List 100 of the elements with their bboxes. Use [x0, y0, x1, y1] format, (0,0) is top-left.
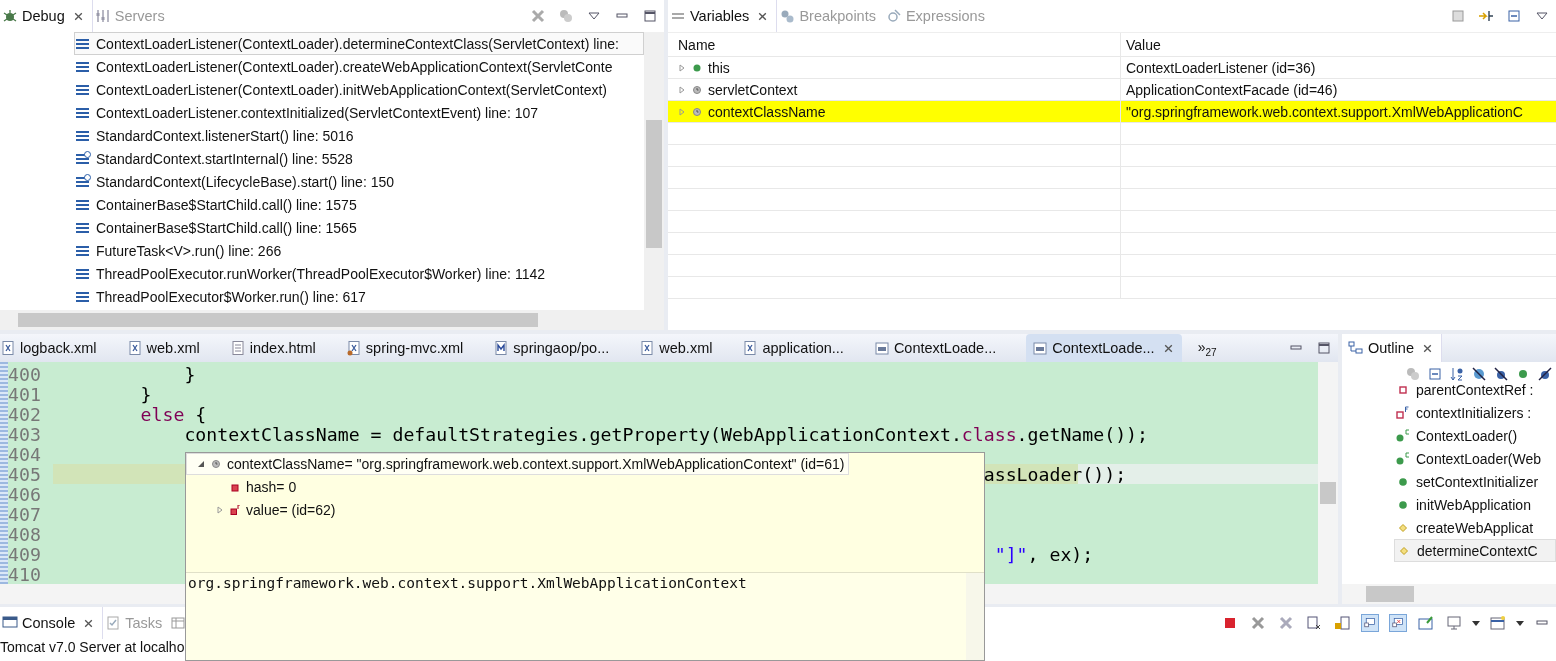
- public-method-icon: [1399, 500, 1407, 509]
- stack-frame[interactable]: ContainerBase$StartChild.call() line: 1575: [74, 193, 644, 216]
- scroll-lock-icon[interactable]: [1334, 615, 1350, 631]
- stack-frame[interactable]: ContextLoaderListener.contextInitialized(ServletContextEvent) line: 107: [74, 101, 644, 124]
- close-icon[interactable]: [1421, 342, 1433, 354]
- threads-icon[interactable]: [558, 8, 574, 24]
- remove-all-icon[interactable]: [1278, 615, 1294, 631]
- pin-console-icon[interactable]: [1418, 615, 1434, 631]
- close-icon[interactable]: [72, 10, 84, 22]
- display-console-icon[interactable]: [1446, 615, 1462, 631]
- tree-item[interactable]: value= (id=62): [186, 498, 984, 521]
- code-line: }: [184, 363, 196, 385]
- maximize-icon[interactable]: [642, 8, 658, 24]
- collapse-icon[interactable]: [197, 460, 205, 468]
- panel-tab[interactable]: Debug: [0, 0, 93, 32]
- type-names-icon[interactable]: [1450, 8, 1466, 24]
- scrollbar[interactable]: [644, 32, 664, 310]
- editor-tab[interactable]: ContextLoade...: [873, 334, 1015, 362]
- filter-icon[interactable]: [1405, 366, 1421, 382]
- editor-tab[interactable]: springaop/po...: [493, 334, 628, 362]
- variable-name: contextClassName: [708, 103, 826, 120]
- stack-frame[interactable]: ThreadPoolExecutor$Worker.run() line: 617: [74, 285, 644, 308]
- stack-frame-clock-icon: [75, 173, 91, 190]
- maximize-icon[interactable]: [1316, 340, 1332, 356]
- close-icon[interactable]: [1162, 342, 1174, 354]
- editor-tab[interactable]: spring-mvc.xml: [345, 334, 482, 362]
- show-console-icon[interactable]: [1362, 615, 1378, 631]
- hide-local-types-icon[interactable]: [1537, 366, 1553, 382]
- tree-item[interactable]: hash= 0: [186, 475, 984, 498]
- new-console-icon[interactable]: [1490, 615, 1506, 631]
- terminate-icon[interactable]: [1222, 615, 1238, 631]
- public-method-icon: [1399, 477, 1407, 486]
- editor-tab[interactable]: web.xml: [126, 334, 218, 362]
- stack-frame[interactable]: StandardContext.startInternal() line: 5528: [74, 147, 644, 170]
- variable-value: ApplicationContextFacade (id=46): [1125, 80, 1339, 100]
- outline-item[interactable]: setContextInitializer: [1394, 470, 1556, 493]
- outline-item[interactable]: ContextLoader(Web: [1394, 447, 1556, 470]
- close-icon[interactable]: [83, 617, 95, 629]
- table-icon[interactable]: [170, 615, 187, 631]
- private-field-icon: [230, 481, 240, 492]
- local-variable-icon: [211, 459, 221, 469]
- stack-frame[interactable]: ContextLoaderListener(ContextLoader).createWebApplicationContext(ServletConte: [74, 55, 644, 78]
- expand-icon[interactable]: [678, 63, 686, 72]
- outline-item[interactable]: createWebApplicat: [1394, 516, 1556, 539]
- scrollbar[interactable]: [966, 573, 984, 660]
- outline-item[interactable]: determineContextC: [1394, 539, 1556, 562]
- stack-frame[interactable]: ContextLoaderListener(ContextLoader).determineContextClass(ServletContext) line:: [74, 32, 644, 55]
- class-file-icon: [873, 340, 890, 356]
- collapse-arrow-icon[interactable]: [1478, 8, 1494, 24]
- remove-icon[interactable]: [530, 8, 546, 24]
- code-line: else {: [140, 403, 207, 425]
- expand-icon[interactable]: [678, 85, 686, 94]
- stack-frame[interactable]: ContextLoaderListener(ContextLoader).initWebApplicationContext(ServletContext): [74, 78, 644, 101]
- close-icon[interactable]: [757, 10, 769, 22]
- dropdown-icon[interactable]: [1515, 618, 1525, 628]
- outline-item[interactable]: contextInitializers :: [1394, 401, 1556, 424]
- expand-icon[interactable]: [678, 107, 686, 116]
- scrollbar[interactable]: [0, 310, 664, 330]
- stack-frame[interactable]: FutureTask<V>.run() line: 266: [74, 239, 644, 262]
- editor-tab[interactable]: web.xml: [639, 334, 731, 362]
- hide-fields-icon[interactable]: [1471, 366, 1487, 382]
- tree-item[interactable]: contextClassName= "org.springframework.web.context.support.XmlWebApplicationContext" (id=61): [186, 453, 850, 475]
- variable-name: this: [708, 59, 730, 76]
- editor-tab[interactable]: ContextLoade...: [1026, 334, 1182, 362]
- remove-icon[interactable]: [1250, 615, 1266, 631]
- stack-frame[interactable]: StandardContext.listenerStart() line: 5016: [74, 124, 644, 147]
- column-header[interactable]: Name: [668, 33, 1121, 56]
- variable-row[interactable]: this ContextLoaderListener (id=36): [668, 57, 1556, 79]
- stack-frame[interactable]: ContainerBase$StartChild.call() line: 1565: [74, 216, 644, 239]
- stack-frame[interactable]: ThreadPoolExecutor.runWorker(ThreadPoolExecutor$Worker) line: 1142: [74, 262, 644, 285]
- code-line: contextClassName = defaultStrategies.getProperty(WebApplicationContext.class.getName());: [184, 423, 1148, 445]
- column-header[interactable]: Value: [1121, 33, 1556, 56]
- outline-item[interactable]: parentContextRef :: [1394, 378, 1556, 401]
- collapse-all-icon[interactable]: [1427, 366, 1443, 382]
- variable-row[interactable]: contextClassName "org.springframework.web.context.support.XmlWebApplicationC: [668, 101, 1556, 123]
- panel-tab[interactable]: Outline: [1342, 334, 1442, 362]
- value-detail: org.springframework.web.context.support.XmlWebApplicationContext: [187, 574, 748, 593]
- scrollbar[interactable]: [1342, 584, 1556, 604]
- editor-tab[interactable]: logback.xml: [0, 334, 115, 362]
- sort-icon[interactable]: [1449, 366, 1465, 382]
- editor-tab[interactable]: application...: [742, 334, 862, 362]
- breakpoints-icon: [779, 8, 796, 24]
- class-file-icon: [1032, 340, 1049, 356]
- code-line: "]", ex);: [994, 543, 1094, 565]
- xml-file-icon: [0, 340, 16, 356]
- line-number: 400: [8, 363, 42, 385]
- dropdown-icon[interactable]: [1471, 618, 1481, 628]
- clear-console-icon[interactable]: [1306, 615, 1322, 631]
- line-number: 403: [8, 423, 42, 445]
- hide-static-icon[interactable]: [1493, 366, 1509, 382]
- show-error-console-icon[interactable]: [1390, 615, 1406, 631]
- expand-icon[interactable]: [216, 505, 224, 514]
- collapse-all-icon[interactable]: [1506, 8, 1522, 24]
- panel-tab[interactable]: Console: [0, 607, 104, 639]
- outline-item[interactable]: initWebApplication: [1394, 493, 1556, 516]
- stack-frame[interactable]: StandardContext(LifecycleBase).start() line: 150: [74, 170, 644, 193]
- protected-method-icon: [1400, 546, 1408, 555]
- outline-item[interactable]: ContextLoader(): [1394, 424, 1556, 447]
- editor-tab[interactable]: index.html: [229, 334, 334, 362]
- scrollbar[interactable]: [1318, 362, 1338, 584]
